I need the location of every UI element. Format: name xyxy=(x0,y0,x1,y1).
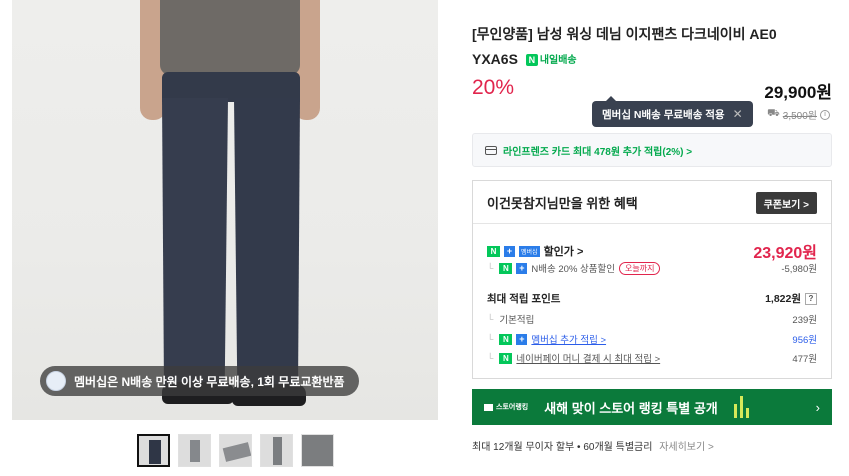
pants-waist xyxy=(162,72,300,102)
sale-label[interactable]: 할인가 > xyxy=(544,243,584,259)
sale-price: 29,900원 xyxy=(764,83,832,102)
help-icon[interactable]: ? xyxy=(805,292,817,305)
membership-icon xyxy=(46,371,66,391)
naver-n-icon: N xyxy=(499,262,513,274)
thumbnail-strip xyxy=(137,434,334,467)
membership-badge-icon: 멤버십 xyxy=(519,245,540,257)
plus-icon: + xyxy=(504,245,515,257)
product-gallery: 멤버십은 N배송 만원 이상 무료배송, 1회 무료교환반품 xyxy=(0,0,440,476)
store-ranking-logo: 스토어랭킹 xyxy=(484,402,528,412)
delivery-badge: N 내일배송 xyxy=(525,48,577,73)
n-delivery-icon: N xyxy=(525,54,538,67)
credit-card-icon xyxy=(485,145,497,155)
info-icon[interactable]: i xyxy=(820,109,830,120)
naver-pay-icon: N xyxy=(499,352,513,364)
product-main-image[interactable]: 멤버십은 N배송 만원 이상 무료배송, 1회 무료교환반품 xyxy=(12,0,438,420)
benefit-box: 이건못참지님만을 위한 혜택 쿠폰보기 > N + 멤버십 할인가 > 23,9… xyxy=(472,180,832,379)
npay-points-link[interactable]: 네이버페이 머니 결제 시 최대 적립 > xyxy=(516,351,660,365)
plus-icon: + xyxy=(516,262,528,274)
sale-price-row: N + 멤버십 할인가 > 23,920원 xyxy=(487,239,817,263)
benefit-heading: 이건못참지님만을 위한 혜택 xyxy=(487,196,638,211)
thumbnail-2[interactable] xyxy=(178,434,211,467)
thumbnail-4[interactable] xyxy=(260,434,293,467)
installment-info: 최대 12개월 무이자 할부 • 60개월 특별금리 자세히보기 > xyxy=(472,442,714,453)
membership-tooltip: 멤버십 N배송 무료배송 적용 ✕ xyxy=(592,96,753,127)
store-ranking-banner[interactable]: 스토어랭킹 새해 맞이 스토어 랭킹 특별 공개 › xyxy=(472,389,832,425)
npay-points-row: └ N 네이버페이 머니 결제 시 최대 적립 > 477원 xyxy=(487,351,817,365)
coupon-button[interactable]: 쿠폰보기 > xyxy=(755,192,817,214)
model-shirt xyxy=(160,0,300,75)
close-icon[interactable]: ✕ xyxy=(733,107,743,121)
thumbnail-5[interactable] xyxy=(301,434,334,467)
final-price: 23,920원 xyxy=(753,245,817,262)
thumbnail-1[interactable] xyxy=(137,434,170,467)
membership-points-link[interactable]: 멤버십 추가 적립 > xyxy=(531,332,606,346)
original-price: ⛟ 3,500원 i xyxy=(767,107,830,122)
plus-icon: + xyxy=(516,333,528,345)
basic-points-row: └ 기본적립 239원 xyxy=(487,314,817,326)
n-delivery-discount-row: └ N + N배송 20% 상품할인 오늘까지 -5,980원 xyxy=(487,261,817,275)
points-row: 최대 적립 포인트 1,822원 ? xyxy=(487,291,817,306)
today-only-badge: 오늘까지 xyxy=(618,261,661,275)
title-line2: YXA6S xyxy=(472,51,518,67)
promo-text: 멤버십은 N배송 만원 이상 무료배송, 1회 무료교환반품 xyxy=(74,374,345,389)
card-offer-bar[interactable]: 라인프렌즈 카드 최대 478원 추가 적립(2%) > xyxy=(472,133,832,167)
trophy-icon xyxy=(732,394,752,420)
details-link[interactable]: 자세히보기 > xyxy=(659,442,714,453)
pants-leg-left xyxy=(162,98,228,388)
naver-n-icon: N xyxy=(499,333,513,345)
membership-promo-pill[interactable]: 멤버십은 N배송 만원 이상 무료배송, 1회 무료교환반품 xyxy=(40,366,359,396)
title-line1: [무인양품] 남성 워싱 데님 이지팬츠 다크네이비 AE0 xyxy=(472,26,777,42)
naver-n-icon: N xyxy=(487,245,500,257)
membership-points-row: └ N + 멤버십 추가 적립 > 956원 xyxy=(487,332,817,346)
product-title: [무인양품] 남성 워싱 데님 이지팬츠 다크네이비 AE0 YXA6S N 내… xyxy=(472,22,832,73)
thumbnail-3[interactable] xyxy=(219,434,252,467)
truck-icon: ⛟ xyxy=(767,108,780,119)
discount-rate: 20% xyxy=(472,76,515,99)
chevron-right-icon: › xyxy=(815,399,820,415)
pants-leg-right xyxy=(234,98,300,388)
